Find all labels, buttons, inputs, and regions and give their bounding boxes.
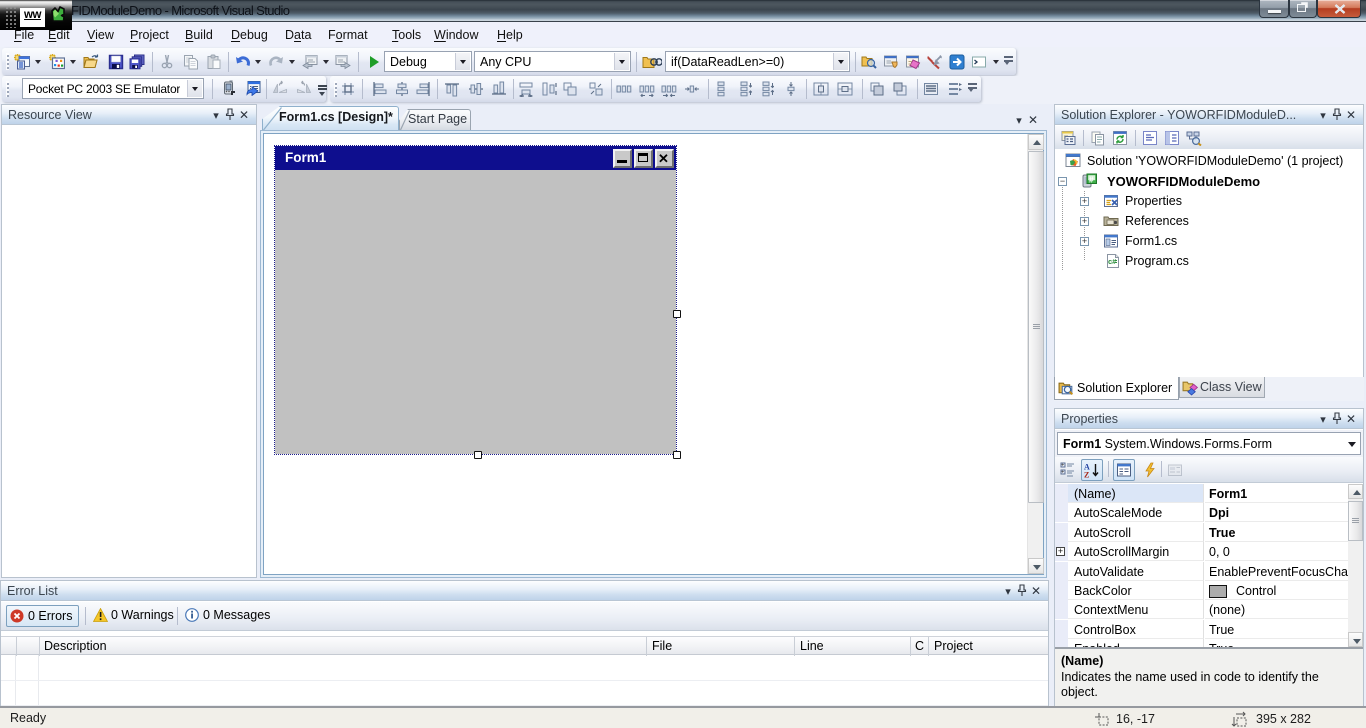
svg-text:+: +	[1061, 463, 1064, 469]
svg-text:#: #	[1089, 176, 1094, 185]
svg-text:+: +	[1061, 470, 1064, 476]
svg-text:c#: c#	[1108, 257, 1117, 266]
svg-text:Z: Z	[1084, 471, 1089, 479]
